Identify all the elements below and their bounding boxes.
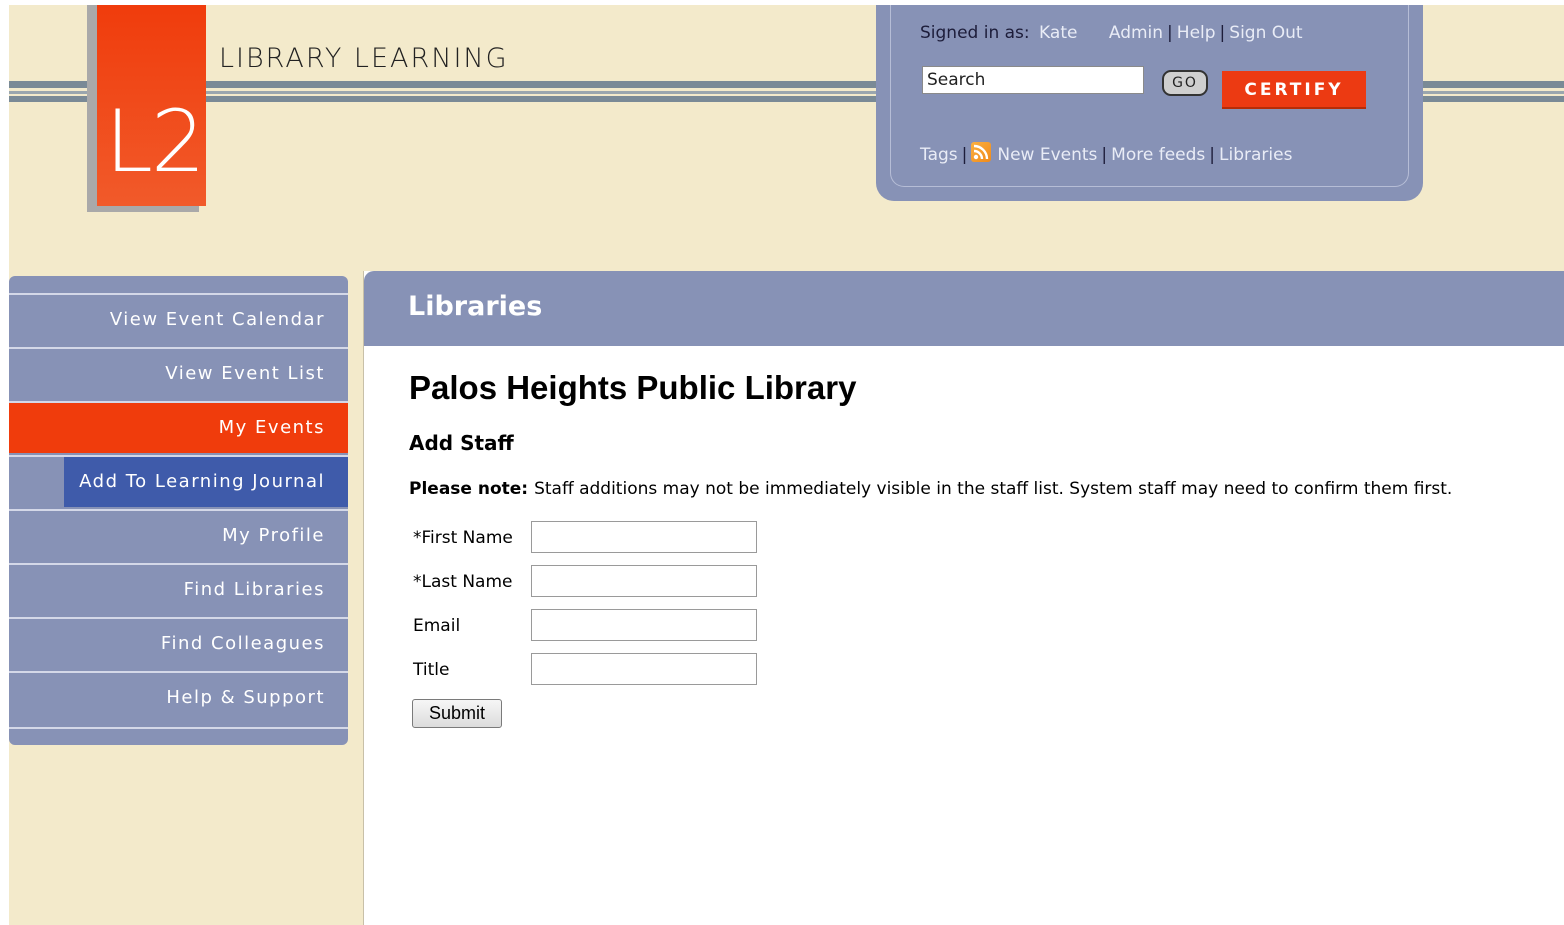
admin-link[interactable]: Admin [1109,23,1163,43]
sidebar-item-view-event-list[interactable]: View Event List [9,347,348,399]
signed-in-label: Signed in as: [920,23,1030,43]
feeds-row: Tags | New Events | More feeds | Libraries [920,142,1292,165]
sidebar-nav: View Event Calendar View Event List My E… [9,276,348,745]
help-link[interactable]: Help [1177,23,1216,43]
sidebar-item-find-libraries[interactable]: Find Libraries [9,563,348,615]
separator: | [1167,23,1173,43]
user-panel: Signed in as: Kate Admin|Help|Sign Out G… [876,5,1423,201]
page-title: Palos Heights Public Library [409,369,857,406]
last-name-label: *Last Name [413,572,513,592]
sidebar-item-help-support[interactable]: Help & Support [9,671,348,723]
new-events-link[interactable]: New Events [997,145,1097,165]
first-name-label: *First Name [413,528,513,548]
tags-link[interactable]: Tags [920,145,958,165]
email-field[interactable] [531,609,757,641]
sidebar-item-find-colleagues[interactable]: Find Colleagues [9,617,348,669]
sidebar-divider [9,727,348,729]
sign-out-link[interactable]: Sign Out [1229,23,1302,43]
form-title: Add Staff [409,431,514,455]
page-frame: L2 LIBRARY LEARNING Signed in as: Kate A… [9,5,1564,925]
logo[interactable]: L2 [97,5,206,206]
sidebar-item-add-to-learning-journal[interactable]: Add To Learning Journal [9,455,348,507]
separator: | [1209,145,1215,165]
first-name-field[interactable] [531,521,757,553]
note-body: Staff additions may not be immediately v… [534,479,1453,499]
sidebar-item-my-events[interactable]: My Events [9,401,348,453]
last-name-field[interactable] [531,565,757,597]
main-content: Libraries Palos Heights Public Library A… [363,271,1564,925]
more-feeds-link[interactable]: More feeds [1111,145,1205,165]
separator: | [1219,23,1226,43]
brand-name: LIBRARY LEARNING [219,43,509,74]
certify-button[interactable]: CERTIFY [1222,71,1366,109]
libraries-link[interactable]: Libraries [1219,145,1292,165]
title-field[interactable] [531,653,757,685]
signed-in-row: Signed in as: Kate Admin | Help | Sign Out [920,23,1303,43]
separator: | [1101,145,1108,165]
sidebar-item-my-profile[interactable]: My Profile [9,509,348,561]
user-name-link[interactable]: Kate [1039,23,1077,43]
email-label: Email [413,616,461,636]
search-input[interactable] [922,66,1144,94]
note-text: Please note: Staff additions may not be i… [409,479,1452,499]
section-header: Libraries [364,271,1564,346]
title-label: Title [413,660,450,680]
go-button[interactable]: GO [1162,70,1208,96]
rss-icon[interactable] [971,142,992,162]
logo-text: L2 [105,92,206,192]
note-label: Please note: [409,479,529,499]
separator: | [961,145,968,165]
section-title: Libraries [408,291,543,322]
sidebar-item-view-event-calendar[interactable]: View Event Calendar [9,293,348,345]
submit-button[interactable]: Submit [412,699,502,728]
